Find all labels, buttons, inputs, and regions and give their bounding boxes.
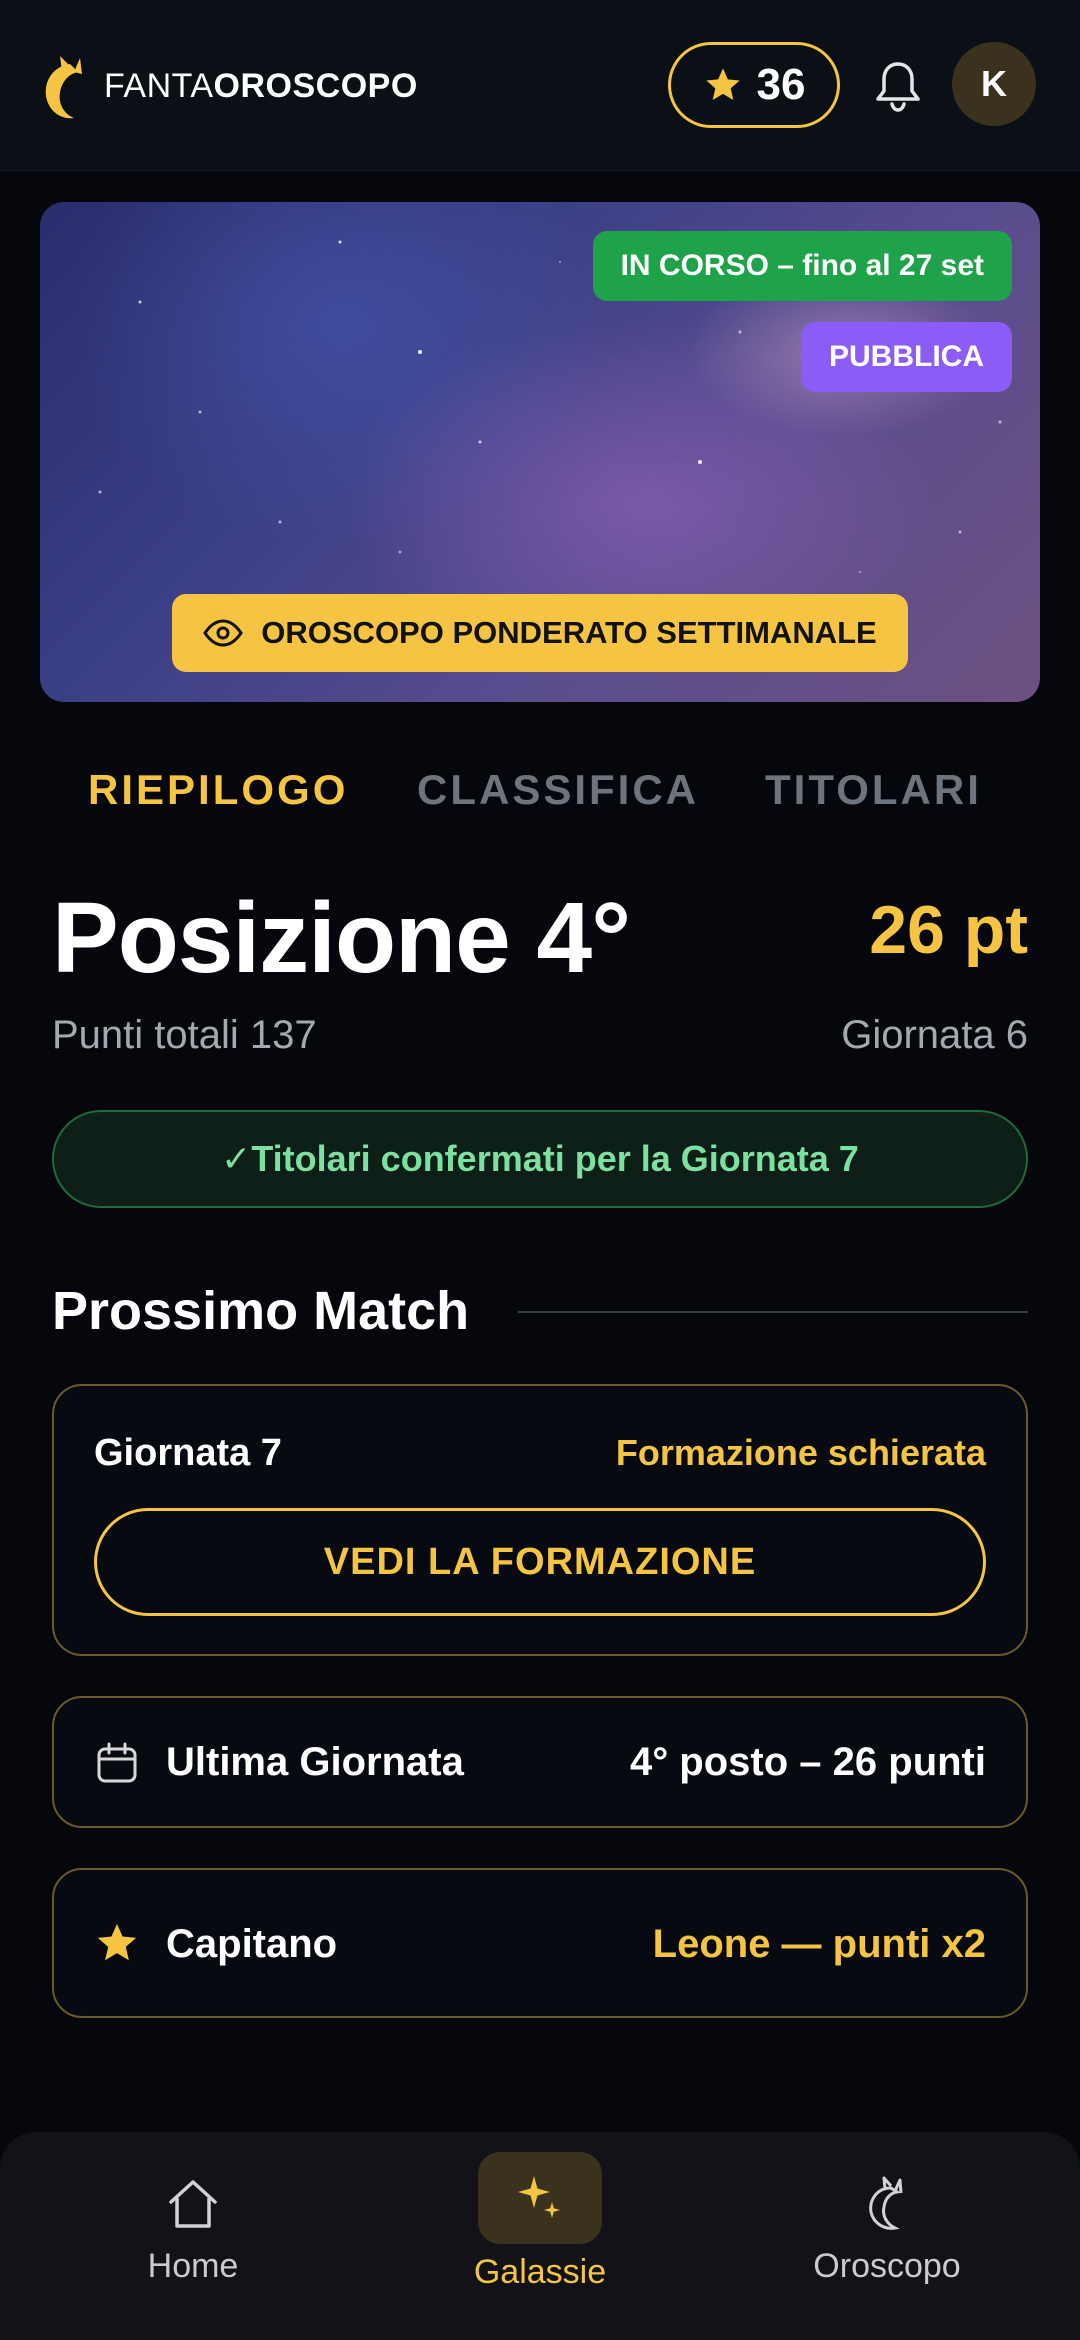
- bell-icon[interactable]: [872, 58, 924, 114]
- nav-home[interactable]: Home: [63, 2132, 323, 2340]
- app-header: FANTAOROSCOPO 36 K: [0, 0, 1080, 171]
- star-icon: [705, 68, 740, 100]
- nav-home-label: Home: [147, 2247, 239, 2285]
- user-avatar[interactable]: K: [952, 42, 1036, 126]
- position-title: Posizione 4°: [52, 882, 631, 994]
- last-matchday-label: Ultima Giornata: [166, 1740, 464, 1784]
- logo-text-part2: OROSCOPO: [213, 67, 418, 105]
- tab-riepilogo[interactable]: RIEPILOGO: [88, 755, 348, 825]
- tab-bar: RIEPILOGO CLASSIFICA TITOLARI: [0, 755, 1080, 825]
- current-matchday: Giornata 6: [841, 1013, 1028, 1057]
- last-matchday-card[interactable]: Ultima Giornata 4° posto – 26 punti: [52, 1696, 1028, 1828]
- star-icon: [97, 1923, 137, 1961]
- nav-oroscopo[interactable]: Oroscopo: [757, 2132, 1017, 2340]
- last-matchday-value: 4° posto – 26 punti: [629, 1740, 986, 1784]
- captain-value: Leone — punti x2: [652, 1922, 986, 1966]
- status-badge: IN CORSO – fino al 27 set: [592, 231, 1012, 301]
- eye-icon: [203, 619, 244, 647]
- logo-text: FANTAOROSCOPO: [104, 50, 418, 122]
- calendar-icon: [97, 1742, 137, 1783]
- view-formation-button[interactable]: VEDI LA FORMAZIONE: [94, 1508, 986, 1616]
- zodiac-icon: [869, 2176, 903, 2230]
- formation-status: Formazione schierata: [615, 1432, 986, 1473]
- next-match-card: Giornata 7 Formazione schierata VEDI LA …: [52, 1384, 1028, 1656]
- captain-card[interactable]: Capitano Leone — punti x2: [52, 1868, 1028, 2018]
- bottom-navigation: Home Galassie Oroscopo: [0, 2132, 1080, 2340]
- tab-titolari[interactable]: TITOLARI: [765, 755, 982, 825]
- home-icon: [169, 2180, 217, 2228]
- weekly-horoscope-label: OROSCOPO PONDERATO SETTIMANALE: [261, 615, 877, 650]
- nav-galassie[interactable]: Galassie: [410, 2132, 670, 2340]
- galaxy-hero-banner: IN CORSO – fino al 27 set PUBBLICA OROSC…: [40, 202, 1040, 702]
- nav-galassie-label: Galassie: [473, 2253, 607, 2291]
- matchday-points: 26 pt: [869, 892, 1028, 968]
- nav-oroscopo-label: Oroscopo: [813, 2247, 961, 2285]
- stars-count: 36: [756, 60, 806, 109]
- sparkles-icon: [518, 2176, 560, 2218]
- section-title-next-match: Prossimo Match: [52, 1281, 470, 1341]
- stars-balance-button[interactable]: 36: [668, 42, 840, 128]
- weekly-horoscope-button[interactable]: OROSCOPO PONDERATO SETTIMANALE: [172, 594, 908, 672]
- logo-text-part1: FANTA: [104, 67, 214, 105]
- visibility-badge: PUBBLICA: [801, 322, 1012, 392]
- captain-label: Capitano: [166, 1922, 338, 1966]
- section-divider: [518, 1311, 1028, 1313]
- moon-cat-logo-icon: [45, 56, 82, 119]
- next-matchday-label: Giornata 7: [94, 1432, 282, 1474]
- lineup-confirmed-banner: ✓Titolari confermati per la Giornata 7: [52, 1110, 1028, 1208]
- total-points: Punti totali 137: [52, 1013, 317, 1057]
- app-logo[interactable]: FANTAOROSCOPO: [40, 50, 418, 122]
- tab-classifica[interactable]: CLASSIFICA: [417, 755, 699, 825]
